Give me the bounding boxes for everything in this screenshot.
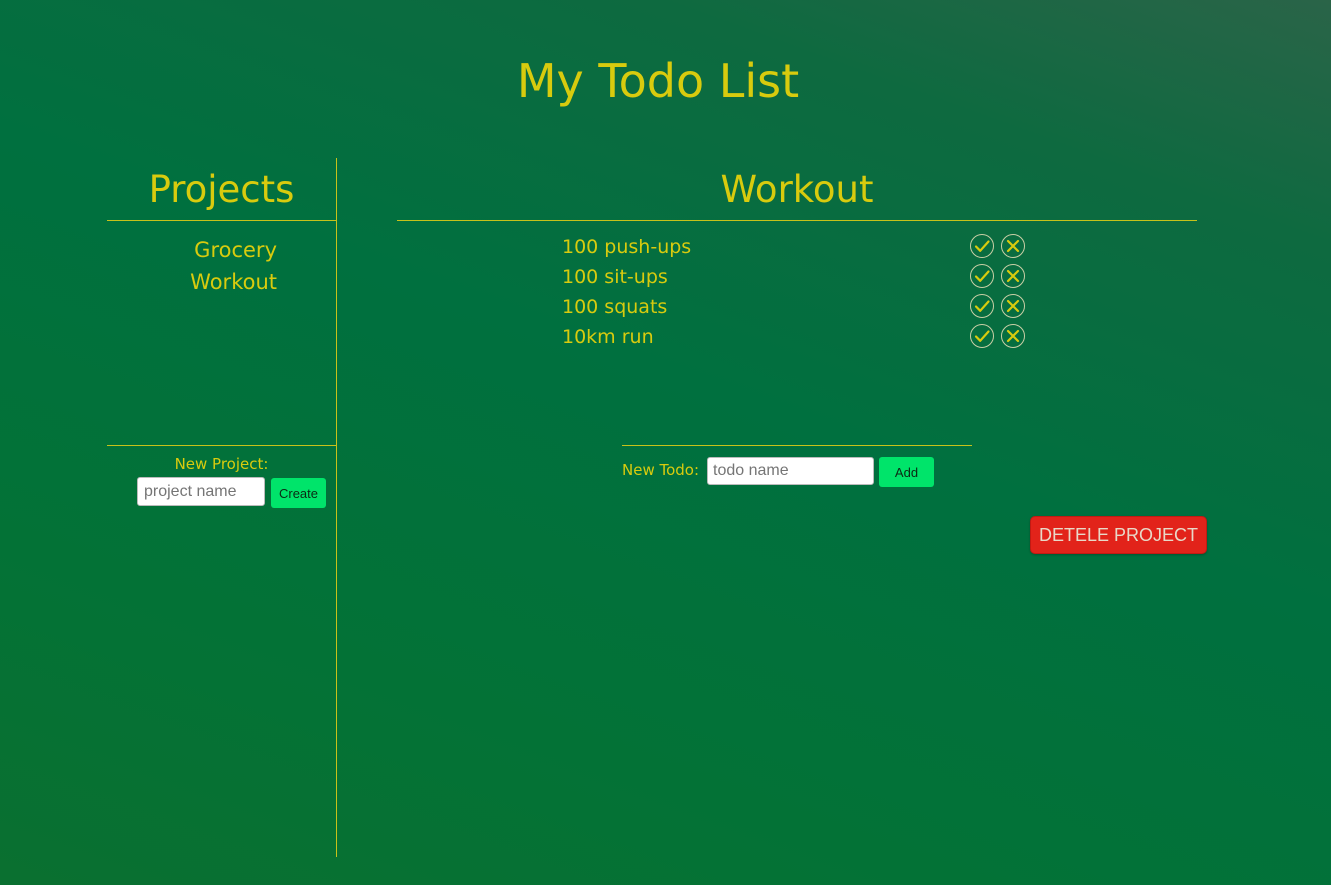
todo-text: 10km run xyxy=(562,326,654,348)
todo-item: 100 push-ups xyxy=(562,232,1032,262)
check-circle-icon[interactable] xyxy=(970,324,994,348)
todo-text: 100 squats xyxy=(562,296,668,318)
new-project-label: New Project: xyxy=(174,455,269,473)
sidebar-divider xyxy=(107,445,336,446)
todo-text: 100 sit-ups xyxy=(562,266,668,288)
projects-sidebar: Projects Grocery Workout New Project: Cr… xyxy=(107,158,337,857)
app-title: My Todo List xyxy=(516,54,800,108)
check-circle-icon[interactable] xyxy=(970,234,994,258)
x-circle-icon[interactable] xyxy=(1001,294,1025,318)
todo-item: 100 squats xyxy=(562,292,1032,322)
project-item-workout[interactable]: Workout xyxy=(107,266,277,298)
add-todo-button[interactable]: Add xyxy=(879,457,934,487)
project-name-input[interactable] xyxy=(137,477,265,506)
check-circle-icon[interactable] xyxy=(970,294,994,318)
delete-project-button[interactable]: DETELE PROJECT xyxy=(1030,516,1207,554)
todo-list: 100 push-ups 100 sit-ups 100 squats 10km… xyxy=(562,232,1032,352)
main-divider xyxy=(622,445,972,446)
new-todo-label: New Todo: xyxy=(622,461,700,479)
project-item-grocery[interactable]: Grocery xyxy=(107,234,277,266)
x-circle-icon[interactable] xyxy=(1001,234,1025,258)
project-heading: Workout xyxy=(720,168,874,211)
main-divider xyxy=(397,220,1197,221)
x-circle-icon[interactable] xyxy=(1001,324,1025,348)
x-circle-icon[interactable] xyxy=(1001,264,1025,288)
todo-name-input[interactable] xyxy=(707,457,874,485)
sidebar-divider xyxy=(107,220,336,221)
todo-item: 100 sit-ups xyxy=(562,262,1032,292)
project-list: Grocery Workout xyxy=(107,234,277,298)
create-project-button[interactable]: Create xyxy=(271,478,326,508)
todo-item: 10km run xyxy=(562,322,1032,352)
check-circle-icon[interactable] xyxy=(970,264,994,288)
projects-heading: Projects xyxy=(148,168,295,211)
todo-text: 100 push-ups xyxy=(562,236,692,258)
